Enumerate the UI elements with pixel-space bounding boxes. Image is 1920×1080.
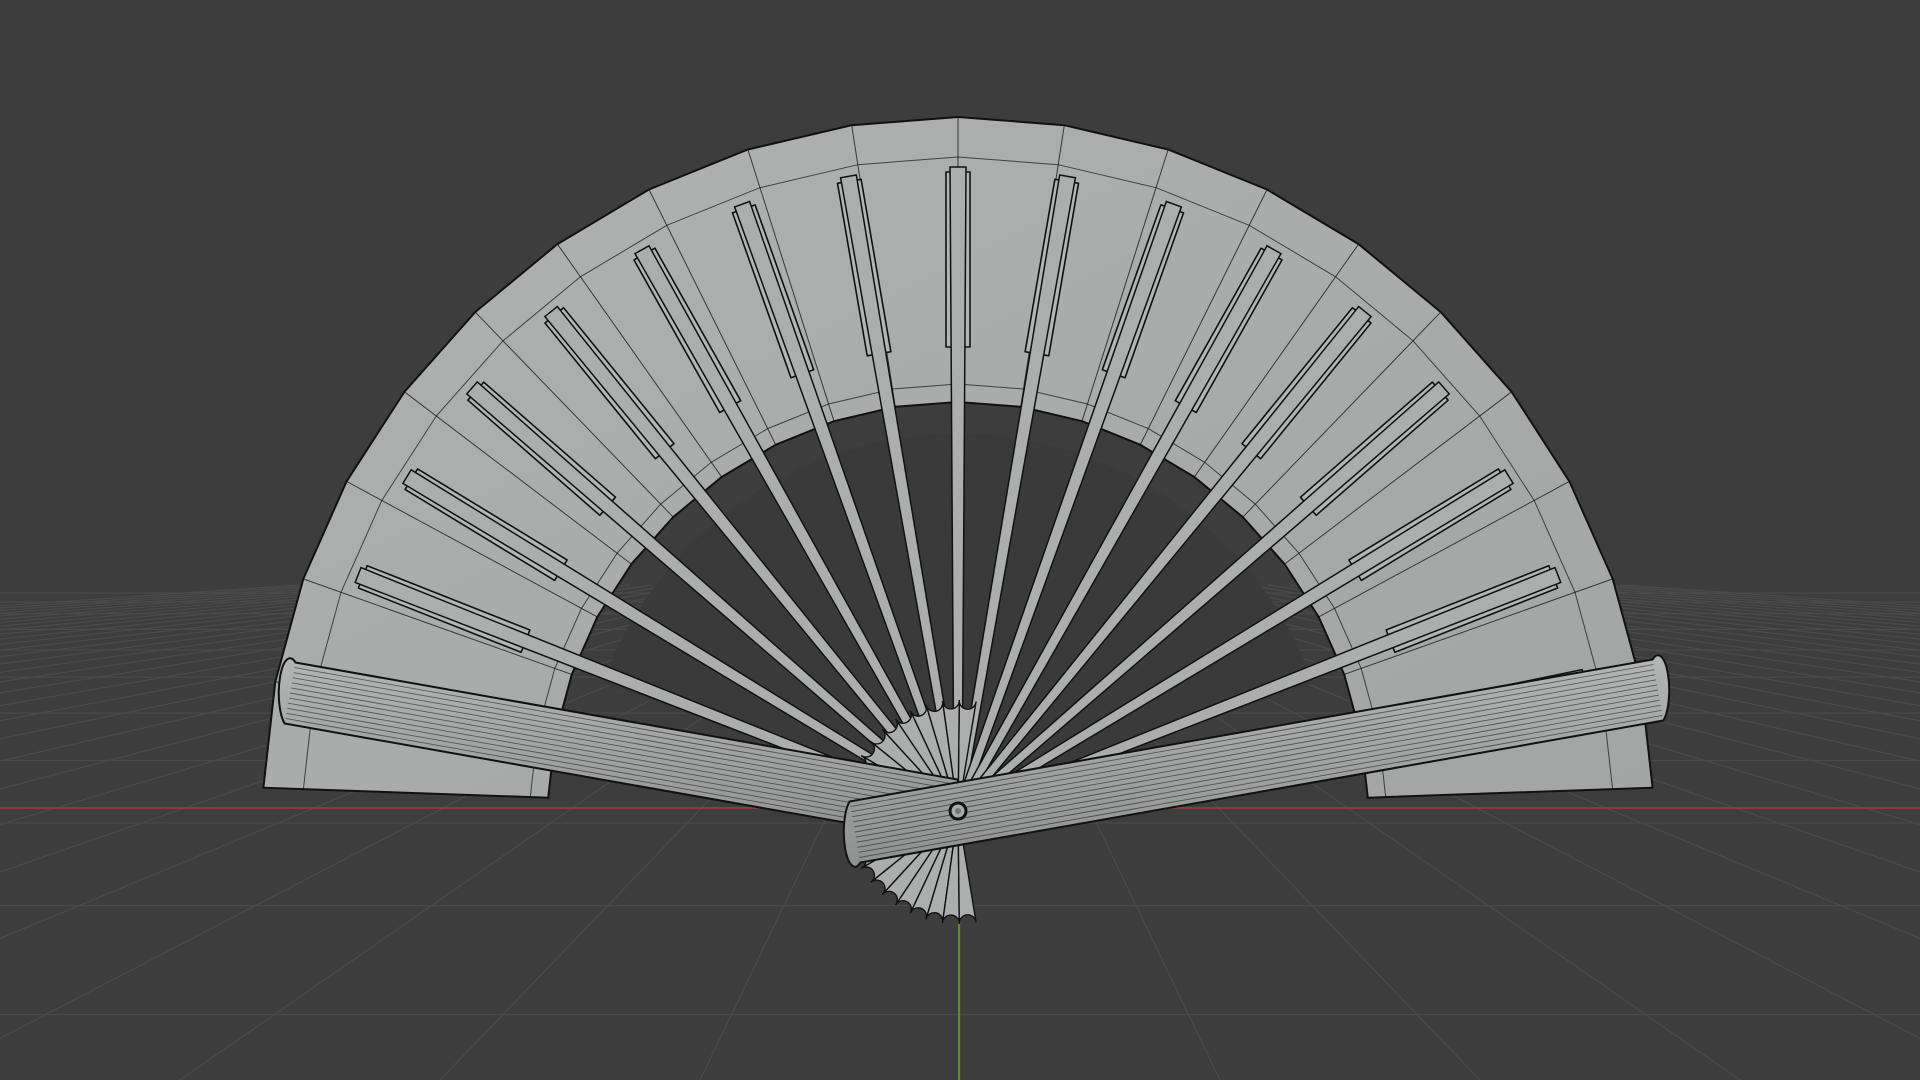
fan-pivot-rivet[interactable] bbox=[948, 801, 968, 821]
fan-model[interactable] bbox=[262, 115, 1671, 925]
pivot-rivet-center bbox=[955, 808, 961, 814]
scene-canvas[interactable] bbox=[0, 0, 1920, 1080]
grid-line bbox=[0, 584, 323, 609]
3d-viewport[interactable] bbox=[0, 0, 1920, 1080]
grid-line bbox=[1597, 584, 1920, 609]
